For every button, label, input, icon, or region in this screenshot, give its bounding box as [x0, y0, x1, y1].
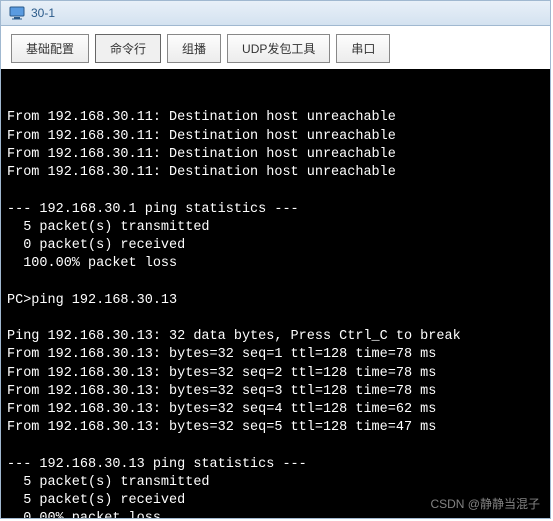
tab-multicast[interactable]: 组播 [167, 34, 221, 63]
terminal-line: Ping 192.168.30.13: 32 data bytes, Press… [7, 328, 544, 346]
terminal-line: PC>ping 192.168.30.13 [7, 292, 544, 310]
terminal-line: From 192.168.30.11: Destination host unr… [7, 128, 544, 146]
terminal-line: From 192.168.30.13: bytes=32 seq=1 ttl=1… [7, 346, 544, 364]
terminal-line [7, 437, 544, 455]
monitor-icon [9, 5, 25, 21]
terminal-line: 100.00% packet loss [7, 255, 544, 273]
terminal-line [7, 273, 544, 291]
terminal-line: From 192.168.30.11: Destination host unr… [7, 164, 544, 182]
tab-command-line[interactable]: 命令行 [95, 34, 161, 63]
terminal-line: From 192.168.30.13: bytes=32 seq=4 ttl=1… [7, 401, 544, 419]
terminal-line: --- 192.168.30.13 ping statistics --- [7, 456, 544, 474]
tab-bar: 基础配置 命令行 组播 UDP发包工具 串口 [1, 26, 550, 69]
terminal-line: 5 packet(s) received [7, 492, 544, 510]
terminal-line: From 192.168.30.13: bytes=32 seq=3 ttl=1… [7, 383, 544, 401]
window-title: 30-1 [31, 6, 55, 20]
terminal[interactable]: From 192.168.30.11: Destination host unr… [1, 69, 550, 518]
terminal-output: From 192.168.30.11: Destination host unr… [7, 109, 544, 518]
app-window: 30-1 基础配置 命令行 组播 UDP发包工具 串口 From 192.168… [0, 0, 551, 519]
terminal-line: From 192.168.30.11: Destination host unr… [7, 146, 544, 164]
terminal-line [7, 310, 544, 328]
terminal-line [7, 182, 544, 200]
titlebar: 30-1 [1, 1, 550, 26]
terminal-line: 0.00% packet loss [7, 510, 544, 518]
terminal-line: 0 packet(s) received [7, 237, 544, 255]
terminal-line: 5 packet(s) transmitted [7, 219, 544, 237]
terminal-line: From 192.168.30.13: bytes=32 seq=2 ttl=1… [7, 365, 544, 383]
terminal-line: --- 192.168.30.1 ping statistics --- [7, 201, 544, 219]
terminal-line: From 192.168.30.11: Destination host unr… [7, 109, 544, 127]
tab-udp-tool[interactable]: UDP发包工具 [227, 34, 330, 63]
tab-basic-config[interactable]: 基础配置 [11, 34, 89, 63]
terminal-line: From 192.168.30.13: bytes=32 seq=5 ttl=1… [7, 419, 544, 437]
tab-serial[interactable]: 串口 [336, 34, 390, 63]
terminal-line: 5 packet(s) transmitted [7, 474, 544, 492]
